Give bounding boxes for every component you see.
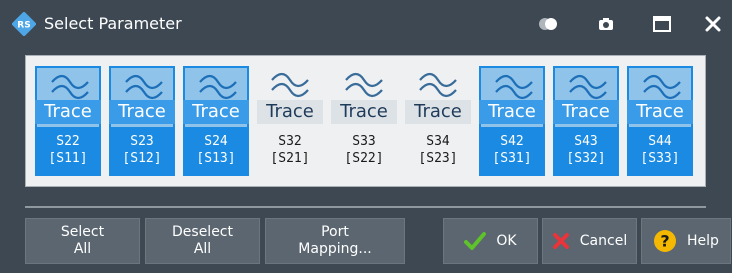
- select-all-label-1: Select: [60, 224, 105, 240]
- trace-caption: S42 [S31]: [479, 127, 545, 176]
- trace-param: S24: [204, 134, 228, 149]
- trace-mapped-param: [S32]: [566, 151, 606, 166]
- trace-word: Trace: [405, 100, 471, 124]
- trace-word: Trace: [109, 100, 175, 124]
- trace-caption: S23 [S12]: [109, 127, 175, 176]
- wave-icon: [125, 74, 163, 100]
- deselect-all-button[interactable]: Deselect All: [145, 218, 260, 264]
- divider: [25, 206, 706, 208]
- trace-caption: S34 [S23]: [405, 127, 471, 176]
- trace-button-1[interactable]: Trace S22 [S11]: [35, 66, 101, 176]
- deselect-all-label-1: Deselect: [172, 224, 233, 240]
- toggle-icon: [539, 18, 557, 30]
- ok-label: OK: [496, 232, 517, 249]
- window-title: Select Parameter: [44, 14, 182, 33]
- svg-text:RS: RS: [17, 21, 30, 31]
- trace-button-8[interactable]: Trace S43 [S32]: [553, 66, 619, 176]
- trace-button-7[interactable]: Trace S42 [S31]: [479, 66, 545, 176]
- display-toggle-button[interactable]: [532, 8, 564, 40]
- trace-mapped-param: [S21]: [270, 151, 310, 166]
- trace-caption: S32 [S21]: [257, 127, 323, 176]
- trace-word: Trace: [183, 100, 249, 124]
- camera-icon: [599, 18, 613, 30]
- trace-word: Trace: [257, 100, 323, 124]
- trace-param: S23: [130, 134, 154, 149]
- trace-mapped-param: [S12]: [122, 151, 162, 166]
- trace-param: S22: [56, 134, 80, 149]
- select-all-label-2: All: [73, 241, 92, 257]
- trace-caption: S43 [S32]: [553, 127, 619, 176]
- trace-param: S34: [426, 134, 450, 149]
- help-icon: ?: [654, 230, 677, 252]
- trace-button-6[interactable]: Trace S34 [S23]: [405, 66, 471, 176]
- trace-word: Trace: [627, 100, 693, 124]
- wave-icon: [345, 72, 383, 98]
- trace-mapped-param: [S33]: [640, 151, 680, 166]
- trace-param: S33: [352, 134, 376, 149]
- trace-button-4[interactable]: Trace S32 [S21]: [257, 66, 323, 176]
- rs-logo-icon: RS: [12, 12, 36, 36]
- cancel-label: Cancel: [579, 232, 628, 249]
- select-parameter-dialog: RS Select Parameter Trace S22 [S11] Trac…: [0, 0, 732, 273]
- maximize-button[interactable]: [646, 8, 678, 40]
- trace-button-9[interactable]: Trace S44 [S33]: [627, 66, 693, 176]
- trace-caption: S24 [S13]: [183, 127, 249, 176]
- trace-mapped-param: [S13]: [196, 151, 236, 166]
- help-label: Help: [687, 232, 719, 249]
- maximize-icon: [653, 16, 671, 32]
- wave-icon: [199, 74, 237, 100]
- check-icon: [464, 232, 487, 250]
- trace-mapped-param: [S23]: [418, 151, 458, 166]
- wave-icon: [51, 74, 89, 100]
- trace-list: Trace S22 [S11] Trace S23 [S12] Trace S24 [S13] T…: [35, 66, 701, 176]
- screenshot-button[interactable]: [590, 8, 622, 40]
- title-bar: RS Select Parameter: [0, 0, 732, 48]
- select-all-button[interactable]: Select All: [25, 218, 140, 264]
- cancel-button[interactable]: Cancel: [542, 218, 637, 264]
- svg-text:?: ?: [660, 232, 669, 251]
- trace-caption: S33 [S22]: [331, 127, 397, 176]
- trace-button-2[interactable]: Trace S23 [S12]: [109, 66, 175, 176]
- port-mapping-label-2: Mapping...: [298, 241, 372, 257]
- wave-icon: [271, 72, 309, 98]
- trace-selection-panel: Trace S22 [S11] Trace S23 [S12] Trace S24 [S13] T…: [25, 55, 706, 187]
- trace-param: S32: [278, 134, 302, 149]
- trace-param: S44: [648, 134, 672, 149]
- trace-word: Trace: [479, 100, 545, 124]
- trace-mapped-param: [S22]: [344, 151, 384, 166]
- trace-caption: S22 [S11]: [35, 127, 101, 176]
- port-mapping-button[interactable]: Port Mapping...: [265, 218, 405, 264]
- wave-icon: [419, 72, 457, 98]
- trace-button-3[interactable]: Trace S24 [S13]: [183, 66, 249, 176]
- trace-param: S42: [500, 134, 524, 149]
- ok-button[interactable]: OK: [443, 218, 538, 264]
- port-mapping-label-1: Port: [321, 224, 349, 240]
- trace-param: S43: [574, 134, 598, 149]
- trace-word: Trace: [331, 100, 397, 124]
- trace-mapped-param: [S11]: [48, 151, 88, 166]
- trace-mapped-param: [S31]: [492, 151, 532, 166]
- trace-word: Trace: [35, 100, 101, 124]
- help-button[interactable]: ? Help: [641, 218, 731, 264]
- close-button[interactable]: [694, 0, 732, 48]
- trace-word: Trace: [553, 100, 619, 124]
- cancel-x-icon: [552, 233, 569, 249]
- wave-icon: [495, 74, 533, 100]
- close-icon: [705, 16, 721, 32]
- wave-icon: [643, 74, 681, 100]
- trace-caption: S44 [S33]: [627, 127, 693, 176]
- wave-icon: [569, 74, 607, 100]
- trace-button-5[interactable]: Trace S33 [S22]: [331, 66, 397, 176]
- deselect-all-label-2: All: [193, 241, 212, 257]
